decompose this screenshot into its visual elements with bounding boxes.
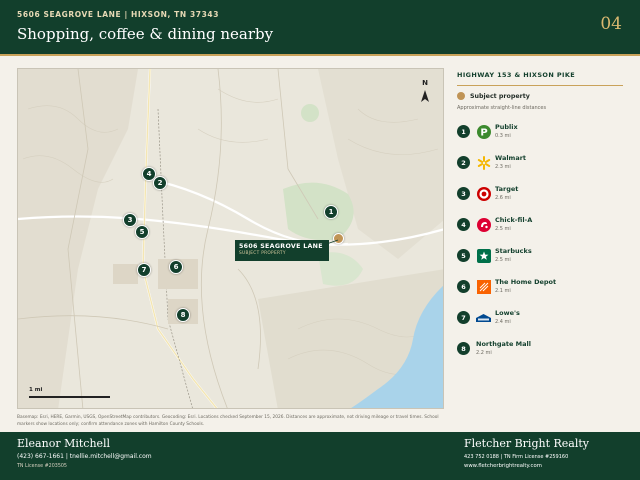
map-marker-7[interactable]: 7	[137, 263, 151, 277]
place-number: 2	[457, 156, 470, 169]
panel-heading: HIGHWAY 153 & HIXSON PIKE	[457, 71, 576, 79]
target-bullseye-icon	[476, 186, 491, 201]
place-number: 1	[457, 125, 470, 138]
place-number: 5	[457, 249, 470, 262]
subject-property-label: 5606 SEAGROVE LANE SUBJECT PROPERTY	[235, 240, 329, 261]
place-number: 4	[457, 218, 470, 231]
place-item-starbucks[interactable]: 5 Starbucks 2.5 mi	[457, 245, 623, 265]
scale-line	[29, 396, 110, 398]
brokerage-contact: 423 752 0188 | TN Firm License #259160	[464, 454, 569, 460]
subject-legend-label: Subject property	[470, 92, 530, 100]
north-arrow: N	[418, 79, 432, 106]
nearby-places-panel: HIGHWAY 153 & HIXSON PIKE Subject proper…	[457, 68, 623, 356]
place-item-home-depot[interactable]: 6 The Home Depot 2.1 mi	[457, 276, 623, 296]
place-item-target[interactable]: 3 Target 2.6 mi	[457, 183, 623, 203]
area-map[interactable]: N 4 2 3 5 1 6 7 8 5606 SEAGROVE LANE SUB…	[17, 68, 444, 409]
north-arrow-icon	[421, 90, 429, 102]
map-marker-1[interactable]: 1	[324, 205, 338, 219]
subject-legend-dot	[457, 92, 465, 100]
starbucks-logo-icon	[476, 248, 491, 263]
subject-legend: Subject property	[457, 92, 530, 100]
map-marker-8[interactable]: 8	[176, 308, 190, 322]
place-number: 7	[457, 311, 470, 324]
panel-divider	[457, 85, 623, 86]
place-name: Target	[495, 185, 519, 193]
place-distance: 2.5 mi	[495, 257, 511, 263]
chick-fil-a-logo-icon	[476, 217, 491, 232]
place-name: Publix	[495, 123, 518, 131]
map-marker-5[interactable]: 5	[135, 225, 149, 239]
scale-label: 1 mi	[29, 387, 43, 393]
place-name: Northgate Mall	[476, 340, 531, 348]
subject-label-subtitle: SUBJECT PROPERTY	[239, 251, 286, 256]
place-item-walmart[interactable]: 2 Walmart 2.3 mi	[457, 152, 623, 172]
brokerage-name: Fletcher Bright Realty	[464, 437, 589, 450]
place-name: Chick-fil-A	[495, 216, 533, 224]
place-name: Starbucks	[495, 247, 532, 255]
home-depot-logo-icon	[476, 279, 491, 294]
agent-contact[interactable]: (423) 667-1661 | tnellie.mitchell@gmail.…	[17, 453, 152, 460]
place-name: The Home Depot	[495, 278, 557, 286]
header-divider	[0, 54, 640, 56]
place-distance: 2.1 mi	[495, 288, 511, 294]
place-distance: 2.4 mi	[495, 319, 511, 325]
basemap	[18, 69, 443, 408]
page-number: 04	[600, 14, 622, 34]
place-distance: 2.2 mi	[476, 350, 492, 356]
map-marker-6[interactable]: 6	[169, 260, 183, 274]
address-line: 5606 SEAGROVE LANE | HIXSON, TN 37343	[17, 10, 220, 19]
place-distance: 2.5 mi	[495, 226, 511, 232]
lowes-logo-icon	[476, 310, 491, 325]
place-name: Lowe's	[495, 309, 520, 317]
map-marker-2[interactable]: 2	[153, 176, 167, 190]
agent-license: TN License #203505	[17, 464, 67, 469]
place-item-lowes[interactable]: 7 Lowe's 2.4 mi	[457, 307, 623, 327]
svg-text:P: P	[480, 127, 487, 138]
place-item-chick-fil-a[interactable]: 4 Chick-fil-A 2.5 mi	[457, 214, 623, 234]
place-distance: 0.3 mi	[495, 133, 511, 139]
place-name: Walmart	[495, 154, 527, 162]
publix-logo-icon: P	[476, 124, 491, 139]
place-number: 8	[457, 342, 470, 355]
brokerage-website[interactable]: www.fletcherbrightrealty.com	[464, 463, 542, 469]
map-marker-3[interactable]: 3	[123, 213, 137, 227]
place-distance: 2.6 mi	[495, 195, 511, 201]
place-number: 6	[457, 280, 470, 293]
basemap-attribution: Basemap: Esri, HERE, Garmin, USGS, OpenS…	[17, 415, 439, 427]
place-item-publix[interactable]: 1 P Publix 0.3 mi	[457, 121, 623, 141]
place-number: 3	[457, 187, 470, 200]
north-label: N	[422, 79, 428, 87]
subject-label-title: 5606 SEAGROVE LANE	[239, 243, 323, 250]
walmart-spark-icon	[476, 155, 491, 170]
page-title: Shopping, coffee & dining nearby	[17, 25, 274, 43]
place-distance: 2.3 mi	[495, 164, 511, 170]
agent-name: Eleanor Mitchell	[17, 437, 111, 450]
scale-bar: 1 mi	[29, 387, 110, 398]
distance-note: Approximate straight-line distances	[457, 105, 547, 111]
page-header: 5606 SEAGROVE LANE | HIXSON, TN 37343 Sh…	[0, 0, 640, 54]
page-footer: Eleanor Mitchell (423) 667-1661 | tnelli…	[0, 432, 640, 480]
place-item-northgate-mall[interactable]: 8 Northgate Mall 2.2 mi	[457, 338, 623, 358]
